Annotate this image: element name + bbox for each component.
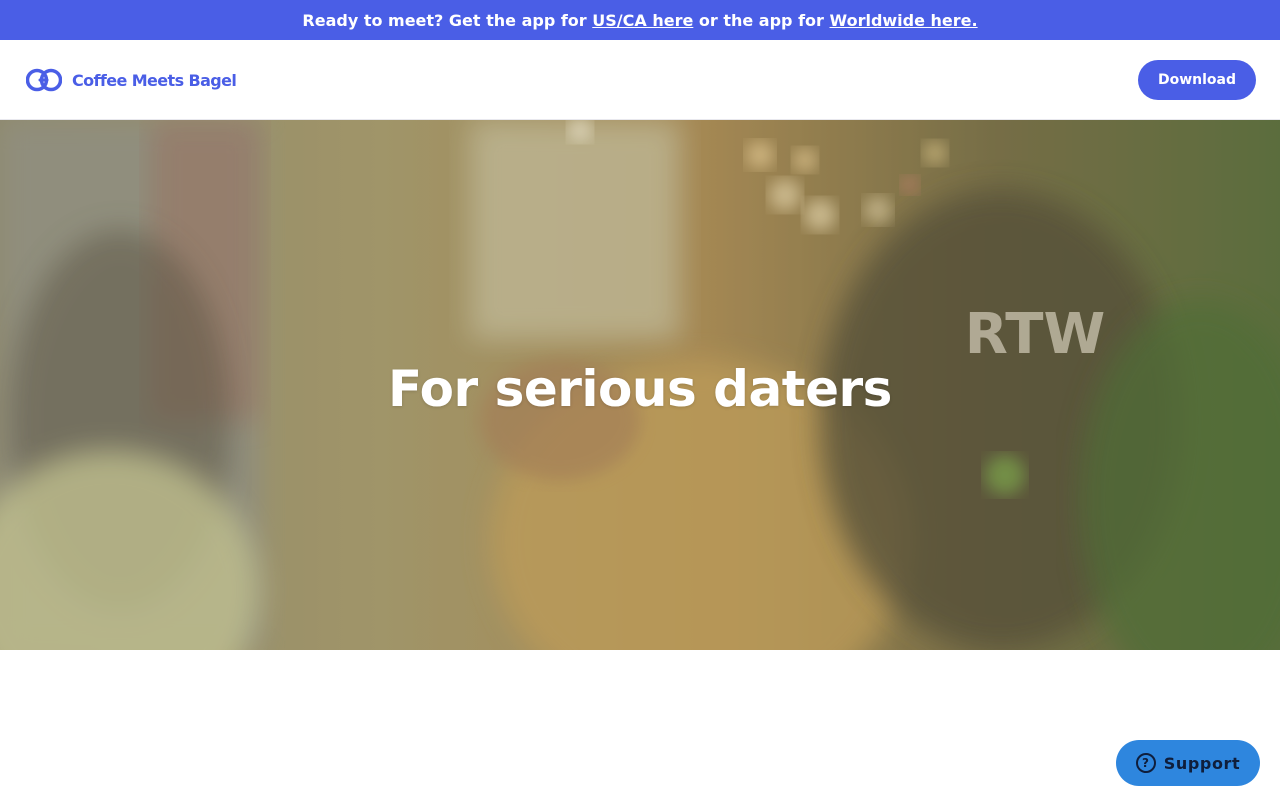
worldwide-app-link[interactable]: Worldwide here.: [830, 11, 978, 30]
banner-prefix: Ready to meet? Get the app for: [302, 10, 587, 30]
cmb-logo-icon: [26, 67, 62, 93]
banner-middle: or the app for: [698, 10, 824, 30]
logo-text: Coffee Meets Bagel: [72, 70, 237, 90]
hero-title: For serious daters: [388, 360, 892, 418]
support-button[interactable]: ? Support: [1116, 740, 1260, 786]
hero-section: RTW For serious daters: [0, 120, 1280, 650]
help-circle-icon: ?: [1135, 753, 1156, 773]
download-button[interactable]: Download: [1138, 60, 1256, 100]
support-label: Support: [1163, 753, 1241, 773]
site-header: Coffee Meets Bagel Download: [0, 40, 1280, 120]
logo-link[interactable]: Coffee Meets Bagel: [26, 66, 237, 94]
us-ca-app-link[interactable]: US/CA here: [592, 11, 693, 30]
announcement-banner: Ready to meet? Get the app for US/CA her…: [0, 0, 1280, 40]
